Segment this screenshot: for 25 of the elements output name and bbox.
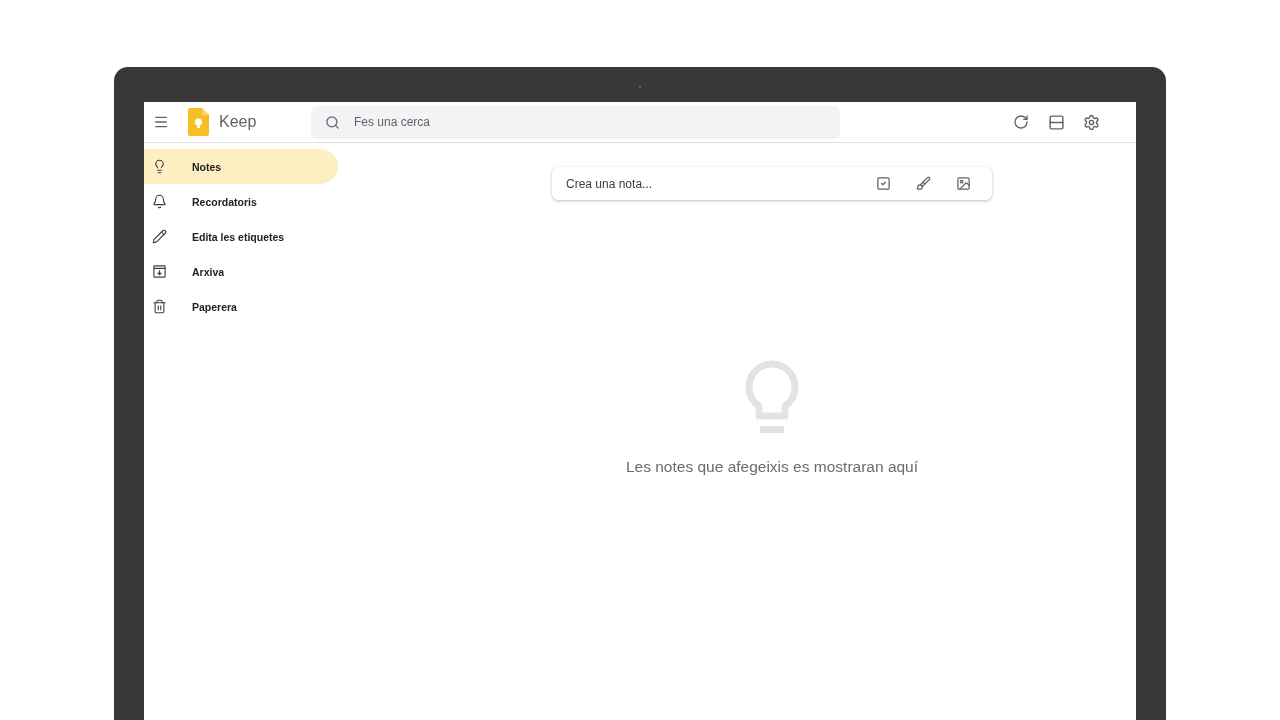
menu-icon (153, 114, 169, 130)
app-title: Keep (219, 113, 258, 131)
lightbulb-icon (745, 360, 799, 436)
refresh-icon (1013, 114, 1029, 130)
settings-icon (1082, 113, 1100, 131)
rows-icon (1047, 113, 1065, 131)
sidebar-item[interactable]: Recordatoris (144, 184, 338, 219)
keep-logo-icon (188, 108, 209, 136)
trash-icon (152, 299, 167, 314)
search-field[interactable]: Fes una cerca (311, 105, 840, 139)
brush-icon (915, 176, 931, 191)
search-icon (325, 114, 340, 130)
sidebar-item[interactable]: Notes (144, 149, 338, 184)
note-field[interactable]: Crea una nota... (564, 175, 872, 192)
sidebar-item[interactable]: Paperera (144, 289, 338, 324)
lightbulb-icon (152, 159, 167, 174)
image-icon (955, 176, 971, 191)
sidebar-item[interactable]: Edita les etiquetes (144, 219, 338, 254)
search-input[interactable]: Fes una cerca (352, 114, 840, 130)
empty-state-message: Les notes que afegeixis es mostraran aquí (625, 458, 919, 476)
pencil-icon (152, 229, 167, 244)
bell-icon (152, 194, 167, 209)
checkbox-icon (875, 176, 891, 191)
archive-icon (152, 264, 167, 279)
sidebar-item[interactable]: Arxiva (144, 254, 338, 289)
